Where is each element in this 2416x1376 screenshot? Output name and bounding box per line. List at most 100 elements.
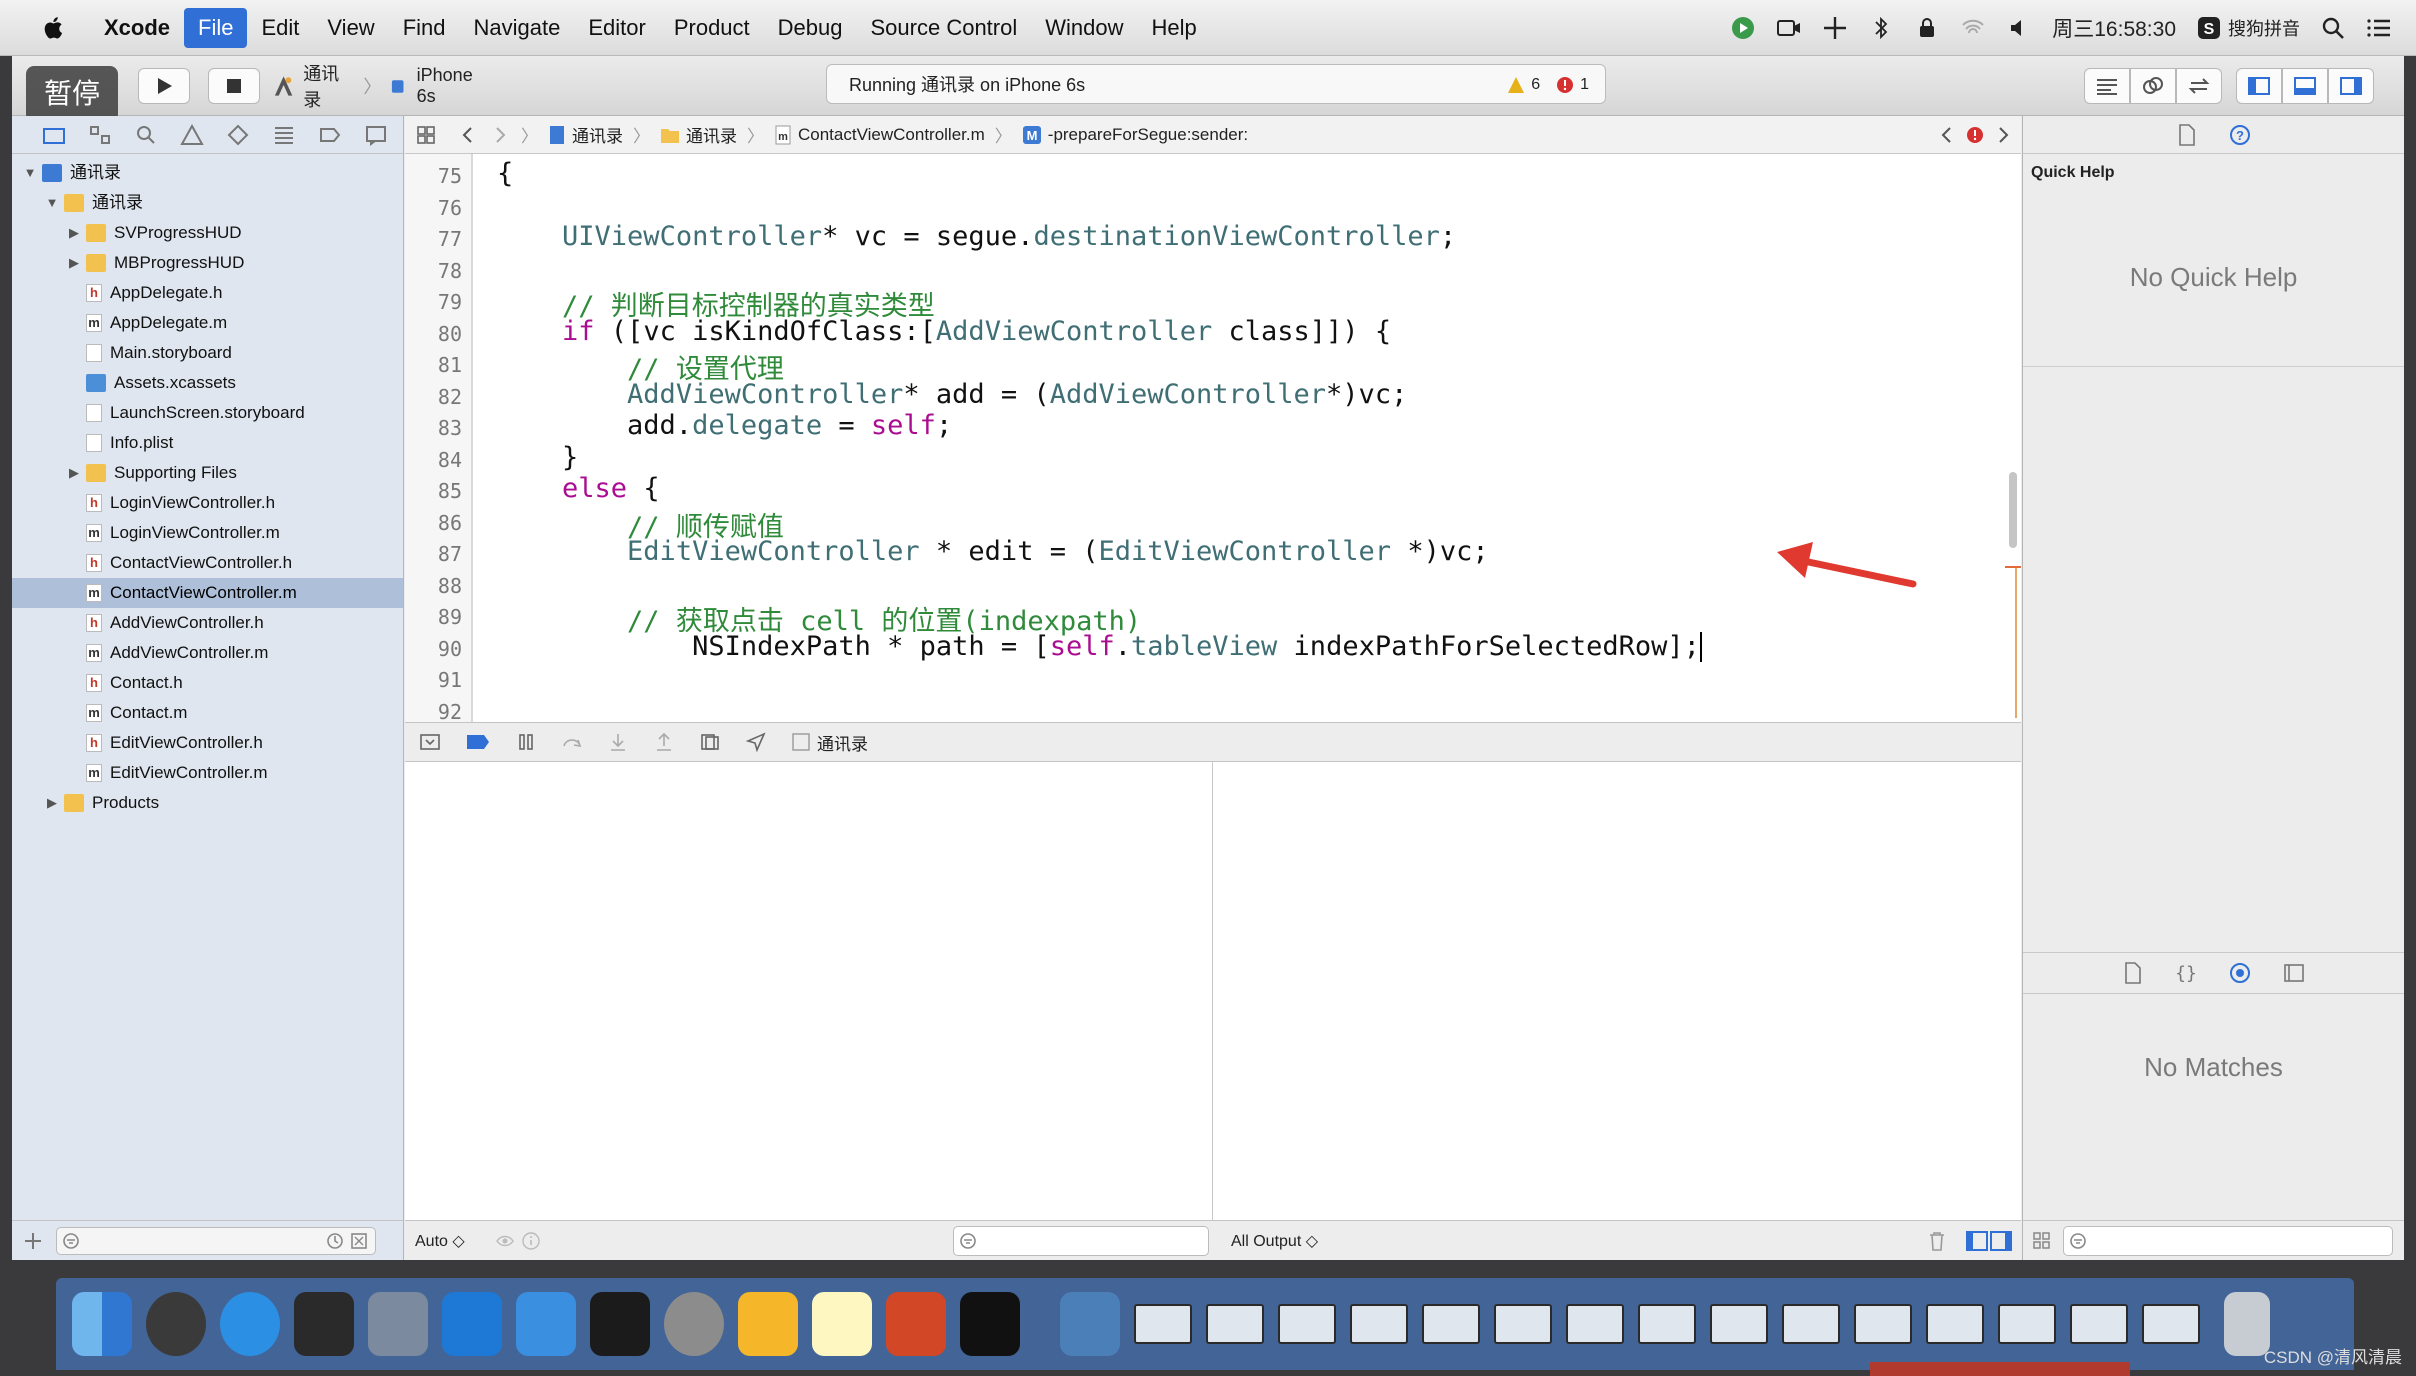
nav-row[interactable]: h AppDelegate.h bbox=[12, 278, 403, 308]
run-button[interactable] bbox=[138, 68, 190, 104]
menu-product[interactable]: Product bbox=[660, 8, 764, 48]
nav-row[interactable]: ▶ SVProgressHUD bbox=[12, 218, 403, 248]
window-thumbnail[interactable] bbox=[2142, 1304, 2200, 1344]
system-preferences-icon[interactable] bbox=[664, 1292, 724, 1356]
nav-row[interactable]: m LoginViewController.m bbox=[12, 518, 403, 548]
menu-window[interactable]: Window bbox=[1031, 8, 1137, 48]
variables-filter-field[interactable] bbox=[953, 1226, 1209, 1256]
powerpoint-icon[interactable] bbox=[886, 1292, 946, 1356]
launchpad-icon[interactable] bbox=[146, 1292, 206, 1356]
search-tab-icon[interactable] bbox=[134, 124, 158, 146]
add-icon[interactable] bbox=[22, 1230, 44, 1252]
xcode-beta-icon[interactable] bbox=[516, 1292, 576, 1356]
window-thumbnail[interactable] bbox=[1638, 1304, 1696, 1344]
nav-row[interactable]: ▼ 通讯录 bbox=[12, 158, 403, 188]
menu-debug[interactable]: Debug bbox=[764, 8, 857, 48]
window-thumbnail[interactable] bbox=[1422, 1304, 1480, 1344]
navigator-filter-field[interactable] bbox=[56, 1226, 376, 1255]
toggle-utilities-button[interactable] bbox=[2328, 68, 2374, 104]
view-debugger-icon[interactable] bbox=[699, 732, 721, 752]
related-items-icon[interactable] bbox=[415, 124, 437, 146]
nav-row[interactable]: ▶ Products bbox=[12, 788, 403, 818]
standard-editor-button[interactable] bbox=[2084, 68, 2130, 104]
prev-issue-icon[interactable] bbox=[1939, 125, 1955, 145]
file-template-icon[interactable] bbox=[2122, 961, 2144, 985]
window-thumbnail[interactable] bbox=[1926, 1304, 1984, 1344]
window-thumbnail[interactable] bbox=[1278, 1304, 1336, 1344]
location-icon[interactable] bbox=[745, 732, 767, 752]
window-thumbnail[interactable] bbox=[2070, 1304, 2128, 1344]
screenflow-icon[interactable] bbox=[1060, 1292, 1120, 1356]
nav-row[interactable]: h Contact.h bbox=[12, 668, 403, 698]
issue-error-icon[interactable] bbox=[1965, 125, 1985, 145]
pause-overlay-badge[interactable]: 暂停 bbox=[26, 66, 118, 122]
menu-source-control[interactable]: Source Control bbox=[857, 8, 1032, 48]
object-library-icon[interactable] bbox=[2228, 961, 2252, 985]
clock[interactable]: 周三16:58:30 bbox=[2052, 13, 2176, 43]
step-out-icon[interactable] bbox=[653, 732, 675, 752]
code-snippet-icon[interactable]: {} bbox=[2174, 961, 2198, 985]
wifi-icon[interactable] bbox=[1960, 15, 1986, 41]
nav-row[interactable]: m Contact.m bbox=[12, 698, 403, 728]
xcode-icon[interactable] bbox=[442, 1292, 502, 1356]
crumb-method[interactable]: M -prepareForSegue:sender: bbox=[1022, 125, 1248, 145]
nav-row[interactable]: Main.storyboard bbox=[12, 338, 403, 368]
forward-arrow-icon[interactable] bbox=[489, 124, 511, 146]
menu-help[interactable]: Help bbox=[1138, 8, 1211, 48]
nav-row[interactable]: ▶ MBProgressHUD bbox=[12, 248, 403, 278]
window-thumbnail[interactable] bbox=[1134, 1304, 1192, 1344]
disclosure-closed-icon[interactable]: ▶ bbox=[66, 248, 82, 278]
sketch-icon[interactable] bbox=[738, 1292, 798, 1356]
trash-icon[interactable] bbox=[1927, 1230, 1947, 1252]
spotlight-search-icon[interactable] bbox=[2320, 15, 2346, 41]
window-thumbnail[interactable] bbox=[1998, 1304, 2056, 1344]
window-thumbnail[interactable] bbox=[1854, 1304, 1912, 1344]
variables-scope-selector[interactable]: Auto ◇ bbox=[415, 1231, 465, 1251]
crumb-group[interactable]: 通讯录 bbox=[660, 122, 737, 147]
apple-icon[interactable] bbox=[40, 14, 68, 42]
menu-xcode[interactable]: Xcode bbox=[90, 8, 184, 48]
split-view-icon[interactable] bbox=[1965, 1230, 2013, 1252]
library-filter-field[interactable] bbox=[2063, 1226, 2393, 1256]
disclosure-closed-icon[interactable]: ▶ bbox=[66, 218, 82, 248]
report-tab-icon[interactable] bbox=[364, 124, 388, 146]
ime-indicator[interactable]: S 搜狗拼音 bbox=[2196, 15, 2300, 41]
mouse-app-icon[interactable] bbox=[294, 1292, 354, 1356]
stop-button[interactable] bbox=[208, 68, 260, 104]
bluetooth-icon[interactable] bbox=[1868, 15, 1894, 41]
recent-files-icon[interactable] bbox=[325, 1231, 345, 1251]
menu-editor[interactable]: Editor bbox=[574, 8, 659, 48]
nav-row[interactable]: Assets.xcassets bbox=[12, 368, 403, 398]
window-thumbnail[interactable] bbox=[1782, 1304, 1840, 1344]
nav-row[interactable]: Info.plist bbox=[12, 428, 403, 458]
disclosure-open-icon[interactable]: ▼ bbox=[44, 188, 60, 218]
nav-row[interactable]: ▼ 通讯录 bbox=[12, 188, 403, 218]
assistant-editor-button[interactable] bbox=[2130, 68, 2176, 104]
nav-row[interactable]: ▶ Supporting Files bbox=[12, 458, 403, 488]
disclosure-closed-icon[interactable]: ▶ bbox=[44, 788, 60, 818]
info-icon[interactable] bbox=[521, 1231, 541, 1251]
menu-edit[interactable]: Edit bbox=[247, 8, 313, 48]
console-output-selector[interactable]: All Output ◇ bbox=[1231, 1231, 1318, 1251]
notification-center-icon[interactable] bbox=[2366, 15, 2392, 41]
test-tab-icon[interactable] bbox=[226, 124, 250, 146]
terminal-icon[interactable] bbox=[590, 1292, 650, 1356]
lock-icon[interactable] bbox=[1914, 15, 1940, 41]
version-editor-button[interactable] bbox=[2176, 68, 2222, 104]
grid-view-icon[interactable] bbox=[2031, 1230, 2053, 1252]
console-view[interactable] bbox=[1214, 762, 2021, 1220]
code-view[interactable]: 75 76 77 78 79 80 81 82 83 84 85 86 87 88 89 90 91 92 { U… bbox=[405, 154, 2021, 722]
nav-row[interactable]: h AddViewController.h bbox=[12, 608, 403, 638]
eye-icon[interactable] bbox=[495, 1231, 515, 1251]
nav-row[interactable]: LaunchScreen.storyboard bbox=[12, 398, 403, 428]
menu-navigate[interactable]: Navigate bbox=[460, 8, 575, 48]
scm-filter-icon[interactable] bbox=[349, 1231, 369, 1251]
nav-row[interactable]: m EditViewController.m bbox=[12, 758, 403, 788]
toggle-navigator-button[interactable] bbox=[2236, 68, 2282, 104]
debug-tab-icon[interactable] bbox=[272, 124, 296, 146]
safari-icon[interactable] bbox=[220, 1292, 280, 1356]
pause-icon[interactable] bbox=[515, 732, 537, 752]
step-into-icon[interactable] bbox=[607, 732, 629, 752]
hide-debug-area-icon[interactable] bbox=[419, 732, 441, 752]
nav-row[interactable]: m AppDelegate.m bbox=[12, 308, 403, 338]
